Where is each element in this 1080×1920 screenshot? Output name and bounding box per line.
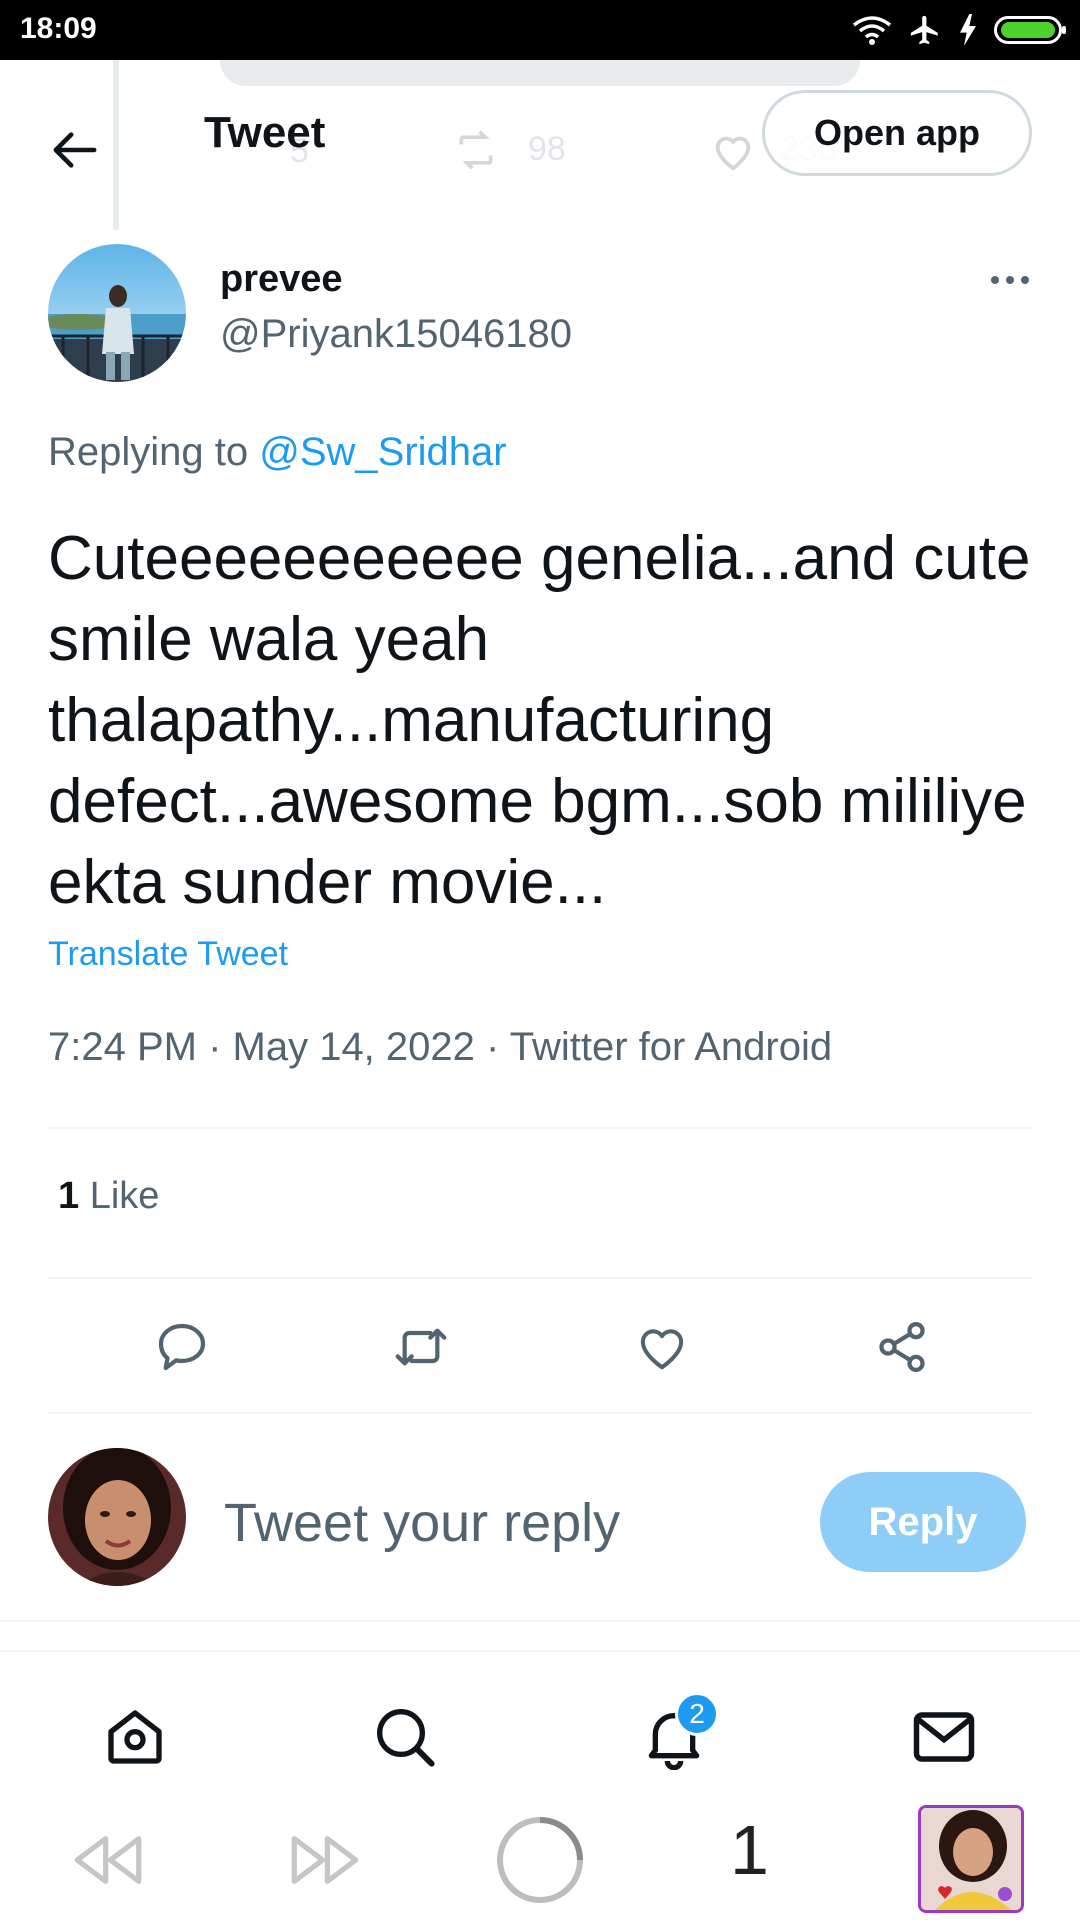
- author-name[interactable]: prevee: [220, 258, 343, 301]
- author-handle[interactable]: @Priyank15046180: [220, 312, 572, 357]
- tweet-metadata: 7:24 PM · May 14, 2022 · Twitter for And…: [48, 1025, 833, 1069]
- browser-home-button[interactable]: [490, 1817, 590, 1903]
- current-user-avatar-image: [48, 1448, 186, 1586]
- reply-icon: [158, 1323, 206, 1371]
- more-dot-icon: [991, 276, 999, 284]
- fast-forward-icon: [291, 1836, 359, 1884]
- divider: [48, 1127, 1032, 1129]
- author-avatar-image: [48, 244, 186, 382]
- bottom-navigation: 2: [0, 1650, 1080, 1802]
- home-icon: [108, 1710, 162, 1764]
- charging-icon: [960, 14, 976, 46]
- status-icons: [852, 12, 1066, 48]
- retweet-button[interactable]: [386, 1312, 456, 1382]
- open-app-button[interactable]: Open app: [762, 90, 1032, 176]
- rewind-icon: [74, 1836, 142, 1884]
- divider: [0, 1620, 1080, 1622]
- like-icon: [640, 1329, 684, 1370]
- replying-mention-link[interactable]: @Sw_Sridhar: [259, 430, 506, 474]
- loading-ring-icon: [497, 1817, 583, 1903]
- divider: [48, 1277, 1032, 1279]
- like-count-link[interactable]: 1 Like: [58, 1175, 159, 1218]
- replying-prefix: Replying to: [48, 430, 249, 474]
- reply-submit-button[interactable]: Reply: [820, 1472, 1026, 1572]
- nav-messages[interactable]: [904, 1697, 984, 1777]
- battery-icon: [994, 16, 1066, 44]
- more-dot-icon: [1006, 276, 1014, 284]
- reply-input[interactable]: [224, 1488, 784, 1558]
- profile-thumbnail[interactable]: [918, 1805, 1024, 1913]
- nav-home[interactable]: [95, 1697, 175, 1777]
- status-time: 18:09: [20, 12, 97, 45]
- like-count: 1: [58, 1175, 80, 1217]
- browser-forward-button[interactable]: [285, 1820, 365, 1900]
- notification-badge: 2: [675, 1692, 719, 1736]
- profile-thumbnail-image: [921, 1808, 1021, 1910]
- tweet-text: Cuteeeeeeeeeee genelia...and cute smile …: [48, 524, 1031, 917]
- share-button[interactable]: [867, 1312, 937, 1382]
- search-icon: [377, 1709, 435, 1767]
- like-button[interactable]: [627, 1312, 697, 1382]
- status-bar: 18:09: [0, 0, 1080, 60]
- back-arrow-icon: [53, 132, 97, 168]
- airplane-mode-icon: [910, 15, 938, 45]
- more-dot-icon: [1021, 276, 1029, 284]
- reply-button[interactable]: [147, 1312, 217, 1382]
- messages-icon: [913, 1712, 975, 1762]
- share-icon: [879, 1322, 925, 1372]
- page-title: Tweet: [204, 108, 326, 157]
- divider: [48, 1412, 1032, 1414]
- current-user-avatar: [48, 1448, 186, 1586]
- top-header: Tweet Open app: [0, 60, 1080, 210]
- translate-tweet-link[interactable]: Translate Tweet: [48, 935, 288, 974]
- replying-to: Replying to @Sw_Sridhar: [48, 430, 507, 475]
- author-avatar[interactable]: [48, 244, 186, 382]
- tab-count[interactable]: 1: [730, 1810, 769, 1890]
- browser-controls: 1: [0, 1800, 1080, 1920]
- more-options-button[interactable]: [985, 260, 1035, 300]
- like-label: Like: [89, 1175, 160, 1217]
- back-button[interactable]: [40, 115, 110, 185]
- nav-search[interactable]: [365, 1697, 445, 1777]
- wifi-icon: [852, 16, 892, 45]
- browser-back-button[interactable]: [68, 1820, 148, 1900]
- retweet-icon: [395, 1328, 447, 1366]
